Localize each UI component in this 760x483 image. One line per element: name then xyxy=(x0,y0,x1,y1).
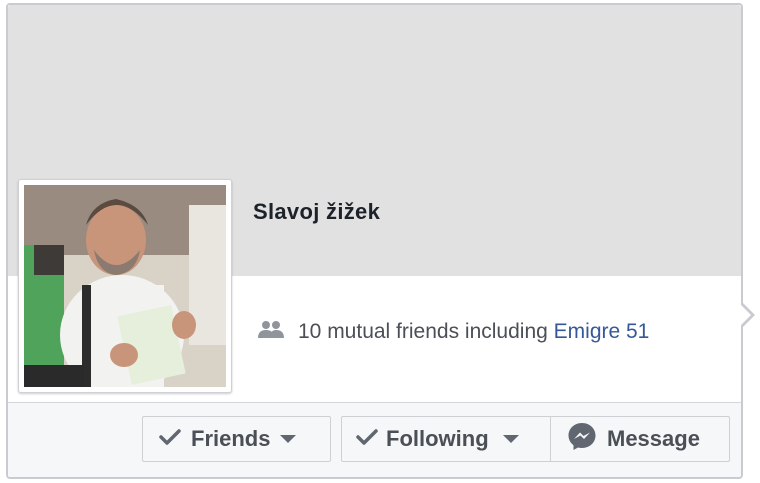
mutual-friends: 10 mutual friends including Emigre 51 xyxy=(258,316,698,348)
chevron-down-icon xyxy=(280,435,297,443)
friends-button-label: Friends xyxy=(191,426,271,451)
following-button[interactable]: Following xyxy=(341,416,551,462)
message-button[interactable]: Message xyxy=(550,416,730,462)
check-icon xyxy=(159,426,181,452)
profile-name[interactable]: Slavoj žižek xyxy=(253,199,380,225)
mutual-friends-text: 10 mutual friends including xyxy=(298,320,554,343)
hovercard-pointer xyxy=(739,301,755,329)
chevron-down-icon xyxy=(502,435,519,443)
avatar-image xyxy=(24,185,226,387)
action-bar: Friends Following Message xyxy=(8,402,741,477)
message-button-label: Message xyxy=(607,426,700,451)
check-icon xyxy=(356,426,378,452)
avatar xyxy=(24,185,226,387)
friends-icon xyxy=(258,318,284,338)
hovercard: Slavoj žižek 10 mutual friends including… xyxy=(6,3,755,479)
following-button-label: Following xyxy=(386,426,489,451)
messenger-icon xyxy=(567,421,597,457)
profile-picture[interactable] xyxy=(18,179,232,393)
mutual-friend-link[interactable]: Emigre 51 xyxy=(554,320,650,343)
friends-button[interactable]: Friends xyxy=(142,416,331,462)
